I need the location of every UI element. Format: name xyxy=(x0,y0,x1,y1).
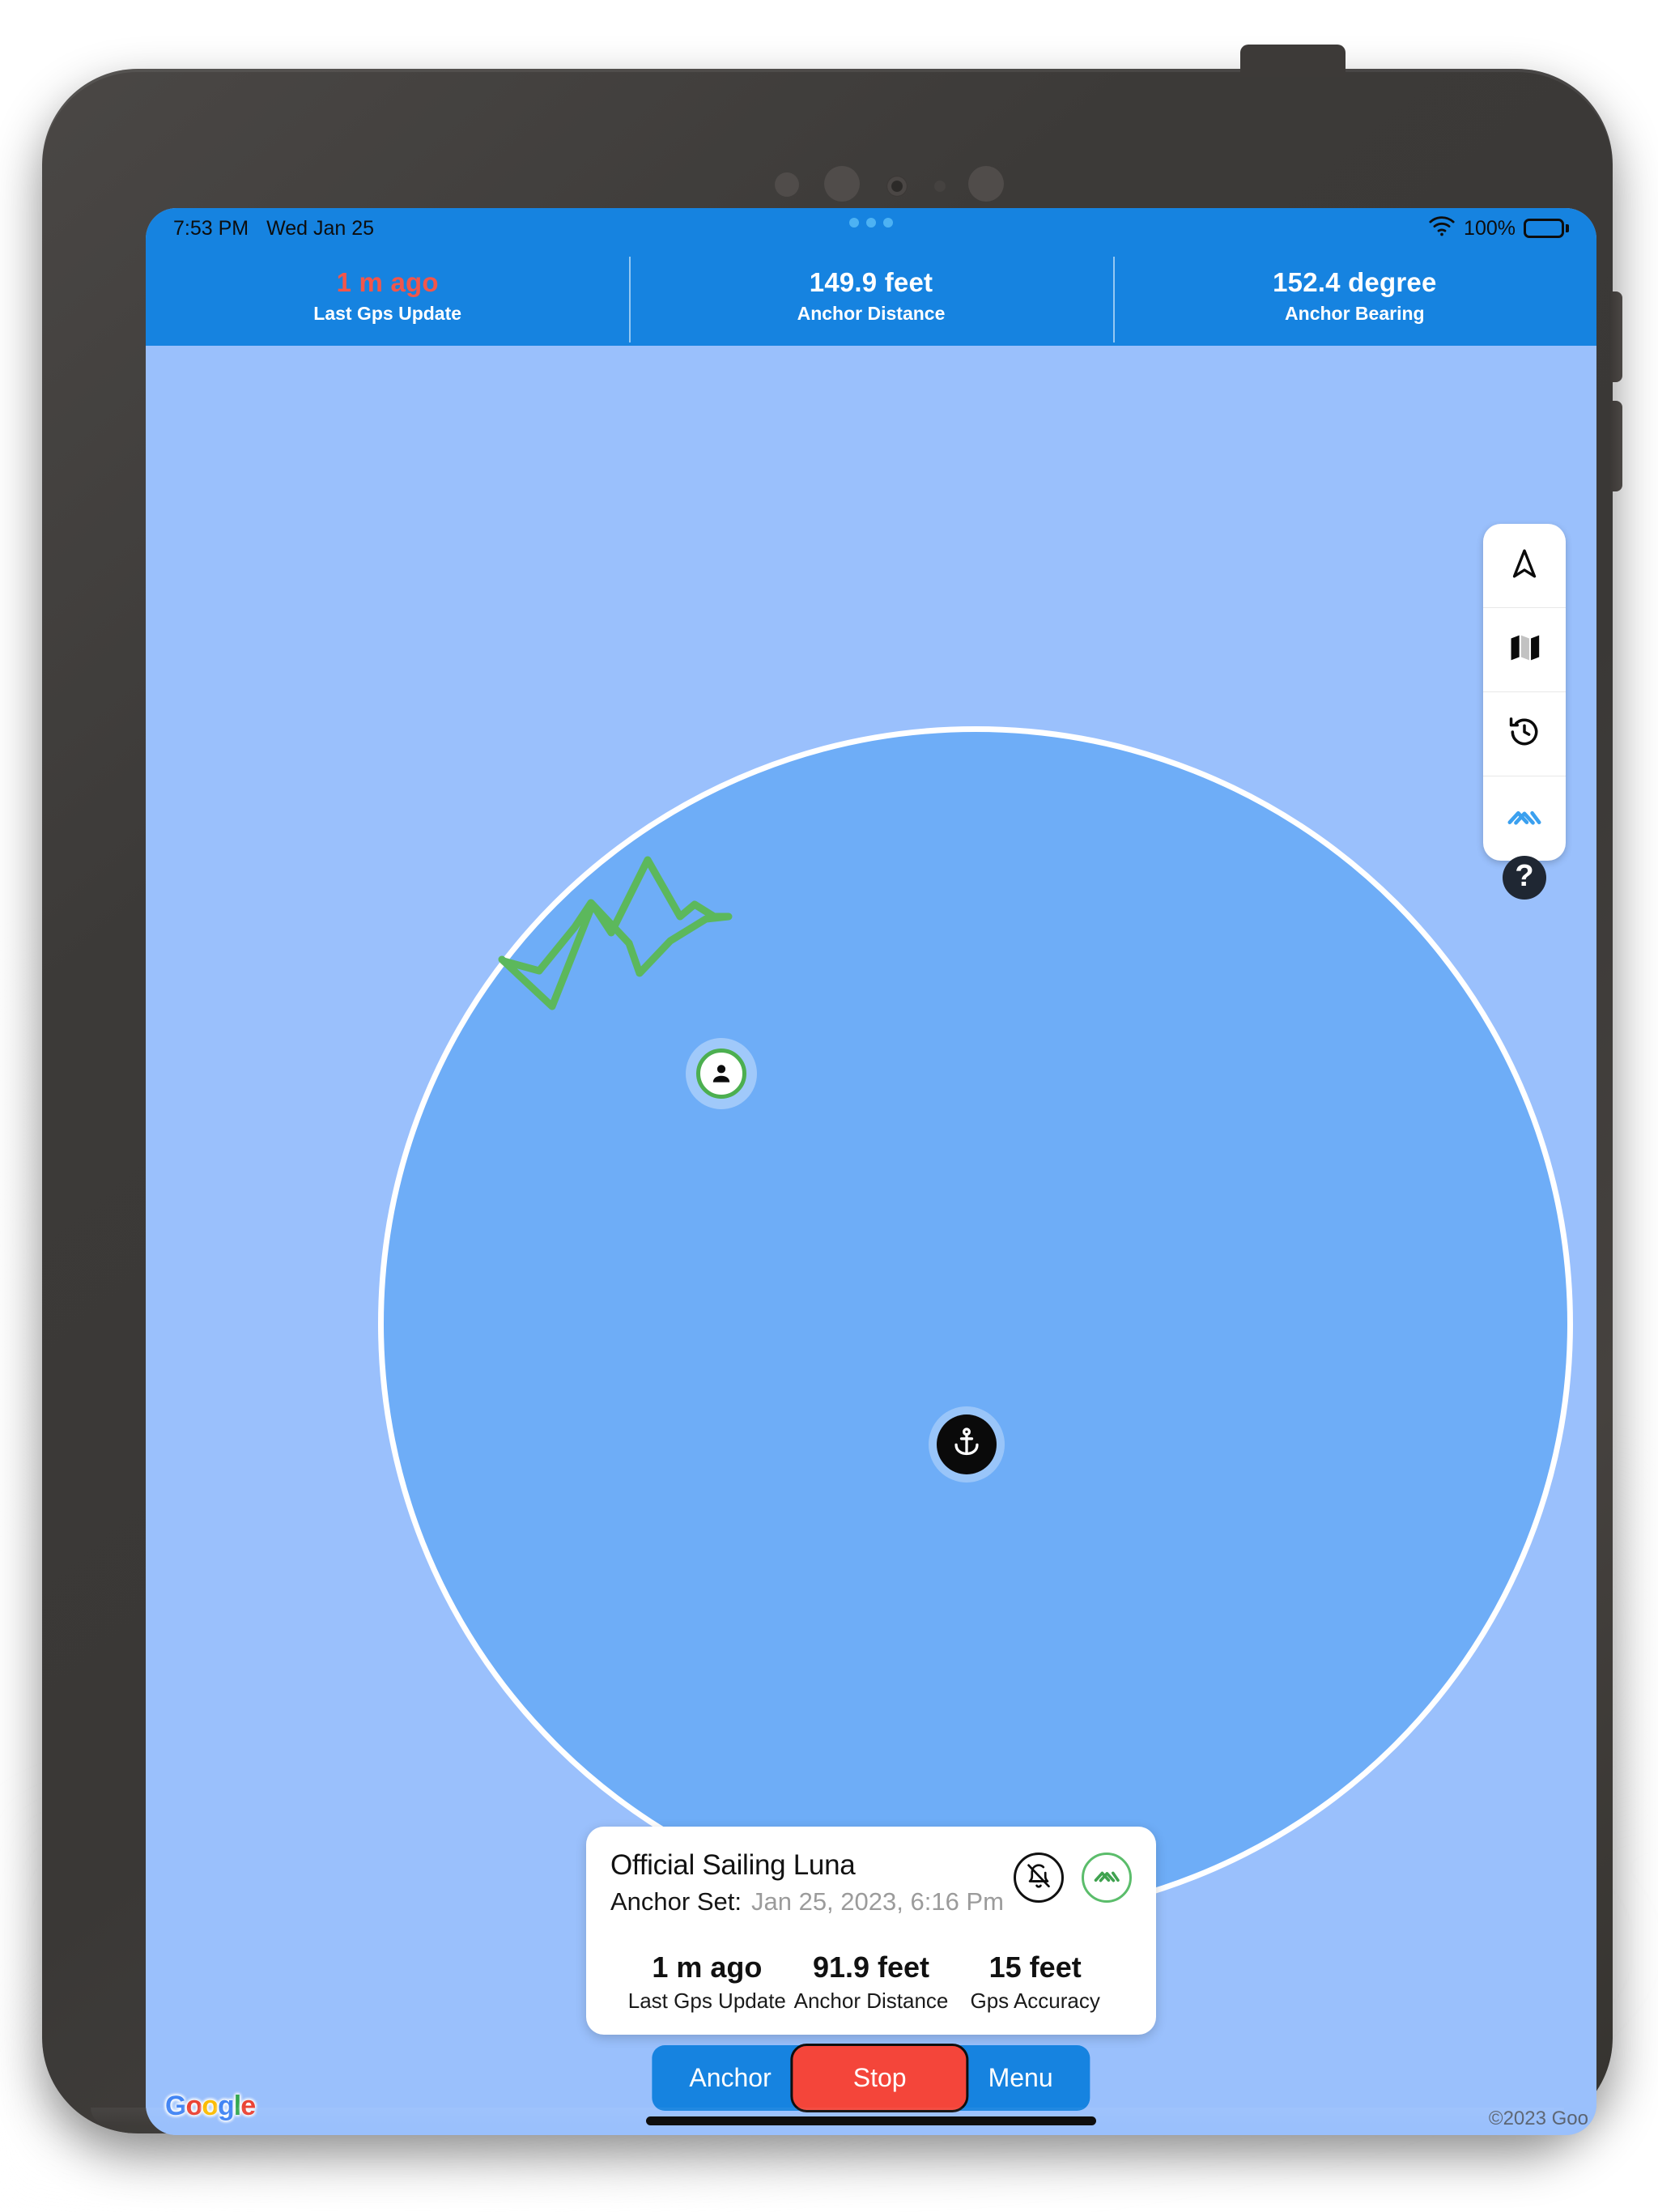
map-layers-icon xyxy=(1507,631,1541,669)
metric-value: 91.9 feet xyxy=(812,1950,930,1984)
bell-off-icon xyxy=(1025,1862,1052,1894)
card-metric-anchor-distance: 91.9 feet Anchor Distance xyxy=(789,1950,954,2014)
metric-last-gps-update: 1 m ago Last Gps Update xyxy=(146,245,629,346)
anchor-icon xyxy=(950,1426,984,1464)
anchor-watch-icon xyxy=(1506,798,1543,840)
card-metric-last-gps-update: 1 m ago Last Gps Update xyxy=(625,1950,789,2014)
metric-value: 1 m ago xyxy=(336,266,439,297)
metric-label: Last Gps Update xyxy=(313,302,462,324)
vessel-track-path xyxy=(498,856,733,1010)
navigation-arrow-icon xyxy=(1508,547,1541,584)
vessel-info-card: Official Sailing Luna Anchor Set: Jan 25… xyxy=(586,1827,1156,2035)
vessel-name: Official Sailing Luna xyxy=(610,1849,856,1881)
device-top-notch xyxy=(1240,45,1346,77)
status-bar-right: 100% xyxy=(1428,215,1569,242)
map-control-anchor-alarm[interactable] xyxy=(1483,776,1566,861)
multitasking-handle[interactable] xyxy=(849,218,893,228)
map-attribution: ©2023 Goo xyxy=(1488,2108,1588,2129)
history-clock-icon xyxy=(1507,715,1541,753)
info-card-titles: Official Sailing Luna Anchor Set: Jan 25… xyxy=(610,1849,1004,1916)
status-bar-date: Wed Jan 25 xyxy=(266,216,375,240)
metric-anchor-distance: 149.9 feet Anchor Distance xyxy=(629,245,1112,346)
card-metric-gps-accuracy: 15 feet Gps Accuracy xyxy=(953,1950,1117,2014)
google-logo: Google xyxy=(165,2091,256,2121)
map-control-stack xyxy=(1483,524,1566,861)
metric-anchor-bearing: 152.4 degree Anchor Bearing xyxy=(1112,245,1596,346)
anchor-alarm-toggle[interactable] xyxy=(1082,1853,1132,1903)
bezel-sensor-dot xyxy=(968,166,1004,202)
battery-full-icon xyxy=(1524,219,1569,238)
map-control-map-type[interactable] xyxy=(1483,608,1566,692)
map-control-center-on-vessel[interactable] xyxy=(1483,524,1566,608)
status-bar-left: 7:53 PM Wed Jan 25 xyxy=(173,217,374,240)
device-volume-down-button[interactable] xyxy=(1609,401,1622,491)
metric-label: Anchor Distance xyxy=(797,302,946,324)
vessel-position-marker[interactable] xyxy=(686,1038,757,1109)
help-question-icon: ? xyxy=(1515,859,1534,893)
metric-label: Last Gps Update xyxy=(627,1989,786,2013)
bezel-sensor-dot xyxy=(775,172,799,197)
home-indicator[interactable] xyxy=(646,2116,1096,2125)
metric-value: 149.9 feet xyxy=(809,266,933,297)
ios-status-bar: 7:53 PM Wed Jan 25 100% xyxy=(146,208,1596,249)
tablet-screen: 1 m ago Last Gps Update 149.9 feet Ancho… xyxy=(146,208,1596,2135)
metric-label: Gps Accuracy xyxy=(970,1989,1100,2013)
metric-label: Anchor Distance xyxy=(793,1989,949,2013)
info-card-actions xyxy=(1014,1849,1132,1903)
help-button[interactable]: ? xyxy=(1503,856,1546,900)
device-volume-up-button[interactable] xyxy=(1609,291,1622,382)
map-canvas[interactable]: ? Official Sailing Luna Anchor Set: Jan … xyxy=(146,346,1596,2135)
person-location-icon xyxy=(696,1049,746,1099)
anchor-watch-icon xyxy=(1092,1861,1121,1895)
info-card-header: Official Sailing Luna Anchor Set: Jan 25… xyxy=(610,1849,1132,1916)
anchor-position-marker[interactable] xyxy=(937,1414,997,1474)
tablet-device-frame: 1 m ago Last Gps Update 149.9 feet Ancho… xyxy=(42,45,1622,2135)
wifi-icon xyxy=(1428,215,1456,242)
front-camera-icon xyxy=(886,176,908,197)
metric-value: 1 m ago xyxy=(652,1950,763,1984)
bezel-sensor-dot xyxy=(824,166,860,202)
metric-value: 15 feet xyxy=(988,1950,1082,1984)
bottom-action-bar: Anchor Stop Menu xyxy=(652,2044,1090,2112)
metric-value: 152.4 degree xyxy=(1273,266,1437,297)
anchor-set-row: Anchor Set: Jan 25, 2023, 6:16 Pm xyxy=(610,1887,1004,1916)
anchor-set-value: Jan 25, 2023, 6:16 Pm xyxy=(750,1887,1004,1916)
status-bar-time: 7:53 PM xyxy=(173,216,249,240)
bezel-sensor-dot xyxy=(934,181,946,192)
map-control-track-history[interactable] xyxy=(1483,692,1566,776)
info-card-metrics: 1 m ago Last Gps Update 91.9 feet Anchor… xyxy=(610,1950,1132,2014)
metric-label: Anchor Bearing xyxy=(1285,302,1425,324)
mute-alarm-button[interactable] xyxy=(1014,1853,1064,1903)
battery-percent-label: 100% xyxy=(1464,216,1516,240)
anchor-set-label: Anchor Set: xyxy=(610,1887,742,1916)
stop-button[interactable]: Stop xyxy=(790,2044,969,2112)
